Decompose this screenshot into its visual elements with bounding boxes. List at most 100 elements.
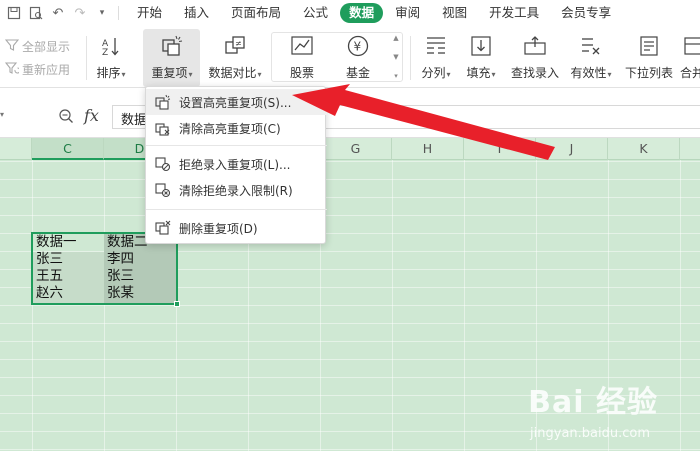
show-all-label: 全部显示 — [22, 39, 71, 54]
column-header-i[interactable]: I — [464, 138, 536, 160]
spreadsheet-grid[interactable]: C D E F G H I J K 数据一 数据二 张三 李四 王五 张三 赵六… — [0, 138, 700, 451]
tab-data[interactable]: 数据 — [340, 3, 384, 23]
fill-label: 填充 — [466, 66, 491, 80]
tab-page-layout[interactable]: 页面布局 — [221, 3, 291, 23]
fill-button[interactable]: 填充▾ — [461, 26, 501, 88]
dropdown-list-button[interactable]: 下拉列表 — [622, 26, 676, 88]
function-icon[interactable]: fx — [84, 106, 99, 125]
menu-item-clear-reject-restriction[interactable]: 清除拒绝录入限制(R) — [146, 177, 327, 203]
compare-label: 数据对比 — [208, 66, 257, 80]
validity-button[interactable]: 有效性▾ — [567, 26, 615, 88]
formula-value: 数据 — [121, 113, 148, 128]
chevron-down-icon: ▾ — [257, 70, 262, 79]
fund-button[interactable]: ¥ 基金 — [338, 26, 378, 88]
chevron-down-icon: ▾ — [188, 70, 193, 79]
menu-tab-bar: ↶ ↷ ▾ 开始 插入 页面布局 公式 数据 审阅 视图 开发工具 会员专享 — [0, 0, 700, 26]
yen-icon: ¥ — [345, 33, 371, 59]
tab-view[interactable]: 视图 — [432, 3, 477, 23]
chevron-down-icon: ▾ — [446, 70, 451, 79]
save-icon[interactable] — [4, 3, 24, 23]
menu-item-remove-duplicates[interactable]: 删除重复项(D) — [146, 215, 327, 241]
more-icon[interactable]: ▾ — [394, 72, 398, 80]
tab-insert[interactable]: 插入 — [174, 3, 219, 23]
chevron-down-icon[interactable]: ▼ — [393, 53, 398, 61]
chevron-down-icon[interactable]: ▾ — [92, 3, 112, 23]
menu-divider — [146, 145, 327, 146]
stock-label: 股票 — [289, 66, 314, 80]
tab-member[interactable]: 会员专享 — [551, 3, 621, 23]
fill-handle[interactable] — [174, 301, 180, 307]
divider — [410, 36, 411, 80]
compare-button[interactable]: ≠ 数据对比▾ — [204, 26, 266, 88]
reapply-button[interactable]: 重新应用 — [4, 59, 71, 79]
undo-icon[interactable]: ↶ — [48, 3, 68, 23]
tab-home[interactable]: 开始 — [127, 3, 172, 23]
menu-item-label: 清除拒绝录入限制(R) — [179, 183, 293, 198]
menu-item-label: 删除重复项(D) — [179, 221, 258, 236]
menu-item-set-highlight-duplicates[interactable]: 设置高亮重复项(S)... — [146, 89, 327, 115]
compare-icon: ≠ — [222, 33, 248, 59]
split-button[interactable]: 分列▾ — [416, 26, 456, 88]
gallery-scroll[interactable]: ▲ ▼ ▾ — [391, 34, 401, 80]
consolidate-icon — [680, 33, 700, 59]
validity-label: 有效性 — [570, 66, 607, 80]
highlight-duplicates-icon — [154, 93, 172, 111]
lookup-label: 查找录入 — [510, 66, 559, 80]
duplicates-button[interactable]: 重复项▾ — [145, 26, 199, 88]
column-header-g[interactable]: G — [320, 138, 392, 160]
tab-formulas[interactable]: 公式 — [293, 3, 338, 23]
consolidate-button[interactable]: 合并 — [680, 26, 700, 88]
ribbon-toolbar: 全部显示 重新应用 AZ 排序▾ 重复项▾ ≠ 数据对比▾ 股票 ¥ 基金 ▲ … — [0, 26, 700, 88]
stock-chart-icon — [289, 33, 315, 59]
menu-divider — [146, 209, 327, 210]
dropdown-list-icon — [636, 33, 662, 59]
divider — [118, 6, 119, 20]
watermark-site: jingyan.baidu.com — [530, 426, 650, 441]
stock-button[interactable]: 股票 — [282, 26, 322, 88]
name-box-dropdown[interactable]: ▾ — [0, 110, 4, 119]
formula-bar: ▾ fx 数据 — [0, 88, 700, 138]
tab-review[interactable]: 审阅 — [385, 3, 430, 23]
zoom-search-icon[interactable] — [58, 108, 74, 124]
menu-item-clear-highlight-duplicates[interactable]: 清除高亮重复项(C) — [146, 115, 327, 141]
reject-duplicate-icon — [154, 155, 172, 173]
watermark-brand: Bai 经验 — [528, 385, 658, 420]
svg-text:¥: ¥ — [354, 40, 362, 54]
funnel-icon — [4, 38, 20, 55]
clear-highlight-icon — [154, 119, 172, 137]
fund-label: 基金 — [345, 66, 370, 80]
consolidate-label: 合并 — [680, 66, 700, 80]
split-columns-icon — [423, 33, 449, 59]
show-all-button[interactable]: 全部显示 — [4, 36, 71, 56]
dropdown-list-label: 下拉列表 — [624, 66, 673, 80]
print-preview-icon[interactable] — [26, 3, 46, 23]
redo-icon[interactable]: ↷ — [70, 3, 90, 23]
corner-cell[interactable] — [0, 138, 32, 160]
svg-text:≠: ≠ — [235, 39, 242, 48]
tab-developer[interactable]: 开发工具 — [479, 3, 549, 23]
divider — [86, 36, 87, 80]
sort-label: 排序 — [96, 66, 121, 80]
reapply-label: 重新应用 — [22, 62, 71, 77]
column-header-c[interactable]: C — [32, 138, 104, 160]
column-header-j[interactable]: J — [536, 138, 608, 160]
duplicates-label: 重复项 — [151, 66, 188, 80]
menu-item-label: 设置高亮重复项(S)... — [179, 95, 292, 110]
split-label: 分列 — [421, 66, 446, 80]
duplicates-menu: 设置高亮重复项(S)... 清除高亮重复项(C) 拒绝录入重复项(L)... 清… — [145, 86, 327, 244]
chevron-down-icon: ▾ — [121, 70, 126, 79]
validity-icon — [578, 33, 604, 59]
chevron-down-icon: ▾ — [607, 70, 612, 79]
menu-item-reject-duplicate-entry[interactable]: 拒绝录入重复项(L)... — [146, 151, 327, 177]
column-header-h[interactable]: H — [392, 138, 464, 160]
svg-text:Z: Z — [102, 48, 108, 57]
column-header-k[interactable]: K — [608, 138, 680, 160]
duplicates-icon — [159, 33, 185, 59]
chevron-down-icon: ▾ — [491, 70, 496, 79]
lookup-entry-icon — [522, 33, 548, 59]
funnel-refresh-icon — [4, 61, 21, 78]
chevron-up-icon[interactable]: ▲ — [393, 34, 398, 42]
clear-restriction-icon — [154, 181, 172, 199]
sort-button[interactable]: AZ 排序▾ — [92, 26, 130, 88]
lookup-button[interactable]: 查找录入 — [508, 26, 562, 88]
